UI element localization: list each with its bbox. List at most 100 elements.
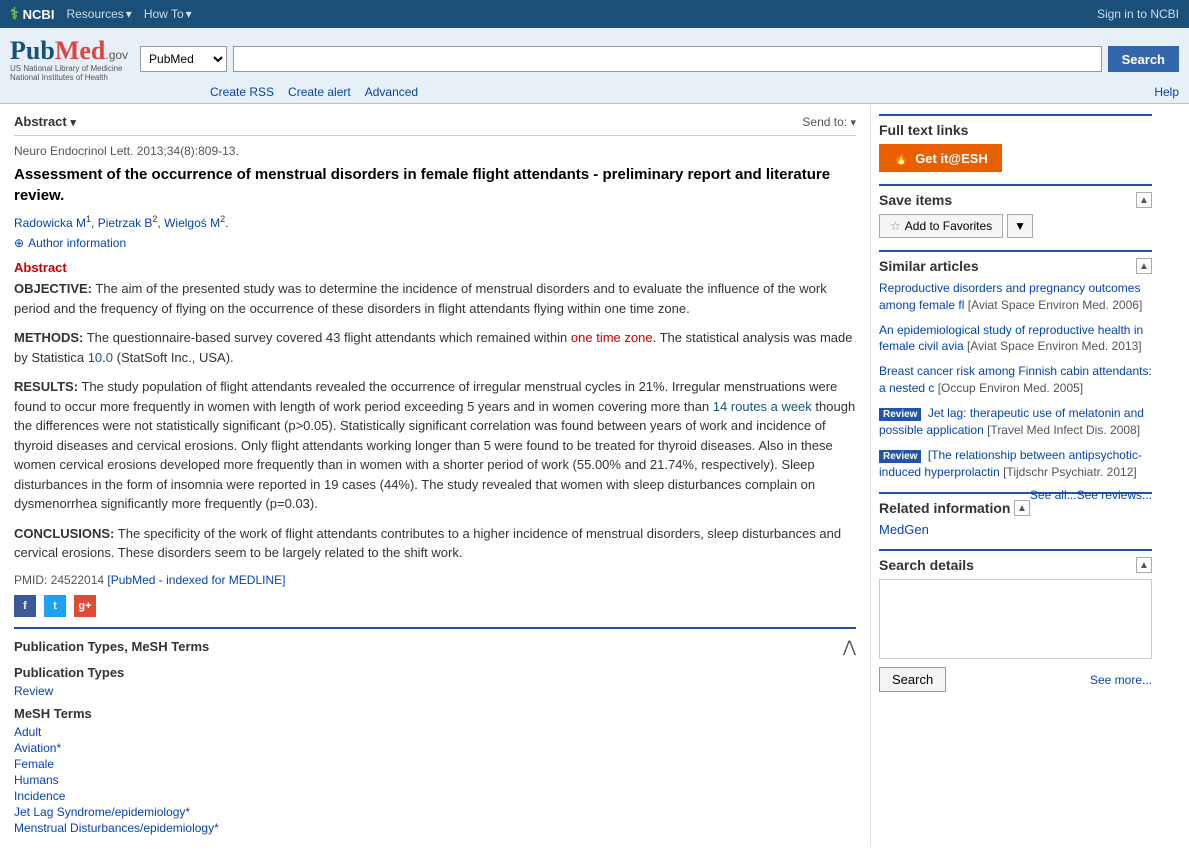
pubmed-wordmark: Pub <box>10 36 55 66</box>
abstract-conclusions: CONCLUSIONS: The specificity of the work… <box>14 524 856 563</box>
journal-citation: Neuro Endocrinol Lett. 2013;34(8):809-13… <box>14 144 856 158</box>
abstract-objective: OBJECTIVE: The aim of the presented stud… <box>14 279 856 318</box>
save-items-scroll-up[interactable]: ▲ <box>1136 192 1152 208</box>
similar-article-4: Review Jet lag: therapeutic use of melat… <box>879 405 1152 439</box>
see-all-link[interactable]: See all... <box>1030 488 1077 502</box>
author-radowicka[interactable]: Radowicka M <box>14 216 86 230</box>
search-button[interactable]: Search <box>1108 46 1179 72</box>
save-items-row: ☆ Add to Favorites ▼ <box>879 214 1152 238</box>
add-to-favorites-button[interactable]: ☆ Add to Favorites <box>879 214 1003 238</box>
methods-label: METHODS: <box>14 330 83 345</box>
methods-text: The questionnaire-based survey covered 4… <box>14 330 852 365</box>
mesh-term-adult[interactable]: Adult <box>14 725 856 739</box>
facebook-icon[interactable]: f <box>14 595 36 617</box>
search-details-title: Search details ▲ <box>879 557 1152 573</box>
abstract-methods: METHODS: The questionnaire-based survey … <box>14 328 856 367</box>
mesh-term-menstrual[interactable]: Menstrual Disturbances/epidemiology* <box>14 821 856 835</box>
ncbi-label: NCBI <box>23 7 55 22</box>
googleplus-icon[interactable]: g+ <box>74 595 96 617</box>
main-layout: Abstract ▾ Send to: ▾ Neuro Endocrinol L… <box>0 104 1189 847</box>
pub-types-section: Publication Types, MeSH Terms ⋀ Publicat… <box>14 627 856 835</box>
mesh-term-female[interactable]: Female <box>14 757 856 771</box>
howto-dropdown-icon: ▾ <box>186 7 192 21</box>
search-top-row: PubMed.gov US National Library of Medici… <box>10 36 1179 82</box>
send-to-chevron-icon: ▾ <box>850 117 856 129</box>
resources-dropdown-icon: ▾ <box>126 7 132 21</box>
abstract-section-title: Abstract <box>14 260 856 275</box>
search-details-section: Search details ▲ Search See more... <box>879 549 1152 692</box>
flame-icon: 🔥 <box>893 150 909 166</box>
pub-types-header: Publication Types, MeSH Terms ⋀ <box>14 637 856 657</box>
author-info-toggle[interactable]: ⊕ Author information <box>14 236 856 250</box>
similar-articles-section: Similar articles ▲ Reproductive disorder… <box>879 250 1152 480</box>
sidebar-search-button[interactable]: Search <box>879 667 946 692</box>
pub-types-collapse-icon[interactable]: ⋀ <box>843 637 856 657</box>
mesh-term-aviation[interactable]: Aviation* <box>14 741 856 755</box>
send-to-button[interactable]: Send to: ▾ <box>802 115 856 129</box>
pubmed-org1: US National Library of Medicine <box>10 64 128 73</box>
mesh-term-jetlag[interactable]: Jet Lag Syndrome/epidemiology* <box>14 805 856 819</box>
help-link[interactable]: Help <box>1154 85 1179 99</box>
see-more-link[interactable]: See more... <box>1090 673 1152 687</box>
create-alert-link[interactable]: Create alert <box>288 85 351 99</box>
search-input[interactable] <box>233 46 1102 72</box>
create-rss-link[interactable]: Create RSS <box>210 85 274 99</box>
pubmed-indexed-link[interactable]: [PubMed - indexed for MEDLINE] <box>107 573 285 587</box>
review-badge-4: Review <box>879 408 921 421</box>
related-info-title: Related information ▲ <box>879 500 1030 516</box>
save-items-section: Save items ▲ ☆ Add to Favorites ▼ <box>879 184 1152 238</box>
objective-text: The aim of the presented study was to de… <box>14 281 827 316</box>
mesh-term-incidence[interactable]: Incidence <box>14 789 856 803</box>
top-bar-left: ⚕ NCBI Resources ▾ How To ▾ <box>10 4 192 24</box>
author-wielgos[interactable]: Wielgoś M <box>164 216 220 230</box>
advanced-search-link[interactable]: Advanced <box>365 85 418 99</box>
social-icons-row: f t g+ <box>14 595 856 617</box>
conclusions-text: The specificity of the work of flight at… <box>14 526 841 561</box>
database-select[interactable]: PubMed Protein Nucleotide Structure Geno… <box>140 46 227 72</box>
twitter-icon[interactable]: t <box>44 595 66 617</box>
abstract-results: RESULTS: The study population of flight … <box>14 377 856 514</box>
results-label: RESULTS: <box>14 379 78 394</box>
right-sidebar: Full text links 🔥 Get it@ESH Save items … <box>870 104 1160 847</box>
fulltext-section: Full text links 🔥 Get it@ESH <box>879 114 1152 172</box>
get-it-button[interactable]: 🔥 Get it@ESH <box>879 144 1002 172</box>
results-text: The study population of flight attendant… <box>14 379 855 511</box>
abstract-toggle[interactable]: Abstract ▾ <box>14 114 76 129</box>
resources-menu[interactable]: Resources ▾ <box>66 7 131 21</box>
plus-icon: ⊕ <box>14 236 24 250</box>
search-details-scroll-up[interactable]: ▲ <box>1136 557 1152 573</box>
search-details-box <box>879 579 1152 659</box>
howto-menu[interactable]: How To ▾ <box>144 7 192 21</box>
authors-line: Radowicka M1, Pietrzak B2, Wielgoś M2. <box>14 214 856 230</box>
medgen-link[interactable]: MedGen <box>879 522 929 537</box>
mesh-title: MeSH Terms <box>14 706 856 721</box>
favorites-dropdown-button[interactable]: ▼ <box>1007 214 1033 238</box>
search-bar-area: PubMed.gov US National Library of Medici… <box>0 28 1189 104</box>
ncbi-logo: ⚕ NCBI <box>10 4 54 24</box>
save-items-title: Save items ▲ <box>879 192 1152 208</box>
top-navigation-bar: ⚕ NCBI Resources ▾ How To ▾ Sign in to N… <box>0 0 1189 28</box>
mesh-term-humans[interactable]: Humans <box>14 773 856 787</box>
author-pietrzak[interactable]: Pietrzak B <box>98 216 153 230</box>
similar-articles-title: Similar articles ▲ <box>879 258 1152 274</box>
pub-type-review[interactable]: Review <box>14 684 856 698</box>
ncbi-leaf-icon: ⚕ <box>10 4 19 24</box>
pub-types-title: Publication Types <box>14 665 856 680</box>
abstract-chevron-icon: ▾ <box>70 117 76 129</box>
search-links-row: Create RSS Create alert Advanced Help <box>210 85 1179 99</box>
star-icon: ☆ <box>890 219 901 233</box>
similar-article-1: Reproductive disorders and pregnancy out… <box>879 280 1152 314</box>
pubmed-org2: National Institutes of Health <box>10 73 128 82</box>
see-reviews-link[interactable]: See reviews... <box>1077 488 1152 502</box>
conclusions-label: CONCLUSIONS: <box>14 526 114 541</box>
content-area: Abstract ▾ Send to: ▾ Neuro Endocrinol L… <box>0 104 870 847</box>
abstract-header: Abstract ▾ Send to: ▾ <box>14 114 856 136</box>
related-info-scroll-up[interactable]: ▲ <box>1014 500 1030 516</box>
similar-article-2: An epidemiological study of reproductive… <box>879 322 1152 356</box>
objective-label: OBJECTIVE: <box>14 281 92 296</box>
sign-in-link[interactable]: Sign in to NCBI <box>1097 7 1179 21</box>
pubmed-logo: PubMed.gov US National Library of Medici… <box>10 36 128 82</box>
pmid-line: PMID: 24522014 [PubMed - indexed for MED… <box>14 573 856 587</box>
review-badge-5: Review <box>879 450 921 463</box>
similar-articles-scroll-up[interactable]: ▲ <box>1136 258 1152 274</box>
